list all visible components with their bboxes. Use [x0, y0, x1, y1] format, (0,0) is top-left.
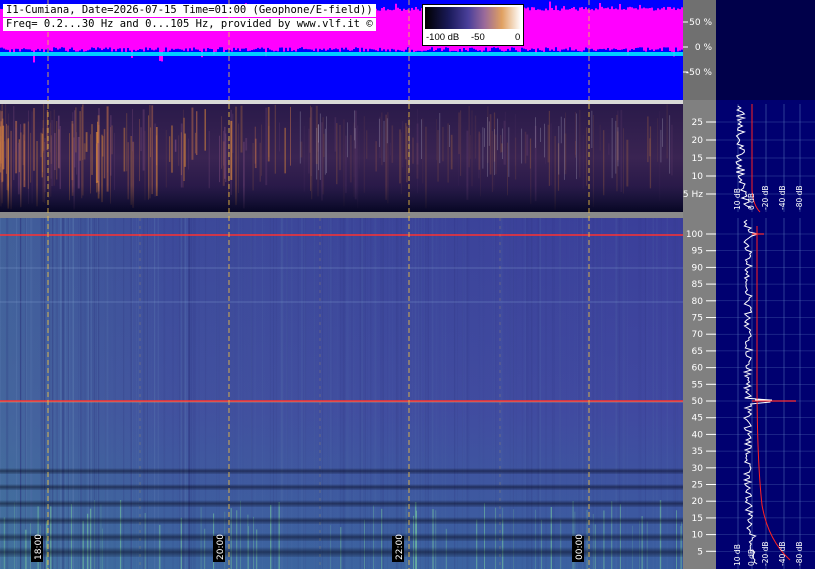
low-axis-label: 15: [692, 154, 703, 164]
hf-dark-band: [0, 484, 683, 490]
high-axis-label: 80: [692, 297, 704, 307]
high-axis-label: 100: [686, 230, 703, 240]
high-axis-label: 10: [692, 531, 704, 541]
time-label-00: 00:00: [575, 534, 585, 560]
high-axis-label: 95: [692, 247, 703, 257]
hf-dark-band: [0, 468, 683, 474]
high-axis-label: 30: [692, 464, 704, 474]
frequency-header: Freq= 0.2...30 Hz and 0...105 Hz, provid…: [3, 18, 376, 31]
panel-separator-mid: [0, 212, 683, 218]
spec-low-minus80db: -80 dB: [795, 185, 804, 210]
hf-dark-band: [0, 500, 683, 507]
high-axis-label: 15: [692, 514, 703, 524]
legend-color-bar: [425, 7, 521, 29]
low-freq-bottom-band: [0, 185, 683, 212]
spec-high-minus80db: -80 dB: [795, 541, 804, 566]
legend-max-label: 0: [515, 32, 521, 43]
high-axis-label: 90: [692, 263, 704, 273]
station-header: I1-Cumiana, Date=2026-07-15 Time=01:00 (…: [3, 4, 376, 17]
high-axis-label: 55: [692, 380, 703, 390]
high-freq-left-glow: [0, 218, 683, 569]
high-axis-label: 60: [692, 364, 704, 374]
spec-low-minus40db: -40 dB: [778, 185, 787, 210]
amp-label-50: 50 %: [689, 18, 712, 28]
time-label-22: 22:00: [395, 534, 405, 560]
legend-min-label: -100 dB: [426, 32, 460, 43]
high-axis-label: 85: [692, 280, 703, 290]
spec-high-0db: 0 dB: [747, 549, 756, 566]
high-axis-label: 50: [692, 397, 704, 407]
amp-label-0: 0 %: [695, 43, 713, 53]
low-axis-label: 25: [692, 118, 703, 128]
low-axis-label: 20: [692, 136, 704, 146]
high-axis-label: 45: [692, 414, 703, 424]
time-label-20: 20:00: [216, 534, 226, 560]
spec-low-0db: 0 dB: [747, 193, 756, 210]
spec-low-minus20db: -20 dB: [761, 185, 770, 210]
spectrogram-display: 18:00 20:00 22:00 00:00 50 % 0 % -50 % 2…: [0, 0, 815, 569]
spec-high-10db: 10 dB: [733, 544, 742, 566]
high-axis-label: 20: [692, 497, 704, 507]
spec-high-minus20db: -20 dB: [761, 541, 770, 566]
high-axis-label: 40: [692, 430, 704, 440]
high-axis-label: 65: [692, 347, 703, 357]
high-axis-label: 5: [697, 547, 703, 557]
spec-high-minus40db: -40 dB: [778, 541, 787, 566]
hf-dark-band: [0, 517, 683, 524]
high-axis-label: 25: [692, 481, 703, 491]
spectrum-panel-top: [716, 0, 815, 100]
panel-separator-top: [0, 100, 683, 104]
db-color-legend: -100 dB -50 0: [422, 4, 524, 46]
high-axis-label: 35: [692, 447, 703, 457]
time-label-18: 18:00: [34, 534, 44, 560]
zero-trace: [0, 52, 683, 56]
high-axis-label: 75: [692, 314, 703, 324]
low-axis-label: 10: [692, 172, 704, 182]
spec-low-10db: 10 dB: [733, 188, 742, 210]
vlf-monitor-screen: 18:00 20:00 22:00 00:00 50 % 0 % -50 % 2…: [0, 0, 815, 569]
amp-label-minus50: -50 %: [686, 68, 713, 78]
high-axis-label: 70: [692, 330, 704, 340]
legend-mid-label: -50: [471, 32, 485, 43]
low-axis-label: 5 Hz: [683, 190, 703, 200]
